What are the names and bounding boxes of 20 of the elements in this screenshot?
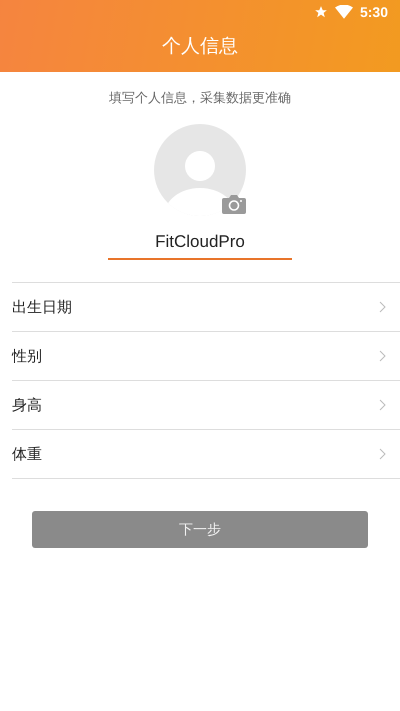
profile-row[interactable]: 出生日期 (12, 283, 400, 332)
chevron-icon (379, 448, 386, 460)
star-icon (314, 5, 328, 19)
camera-icon[interactable] (222, 194, 246, 214)
screen-title: 个人信息 (162, 34, 238, 59)
profile-row[interactable]: 身高 (12, 381, 400, 430)
profile-row[interactable]: 性别 (12, 332, 400, 381)
profile-row[interactable]: 体重 (12, 430, 400, 479)
row-label: 身高 (12, 396, 42, 414)
chevron-icon (379, 350, 386, 362)
status-time: 5:30 (360, 4, 388, 20)
row-label: 出生日期 (12, 298, 72, 316)
chevron-icon (379, 399, 386, 411)
hint-text: 填写个人信息，采集数据更准确 (108, 90, 292, 107)
avatar-placeholder[interactable] (154, 124, 246, 216)
wifi-icon (334, 5, 353, 19)
chevron-icon (379, 301, 386, 313)
row-label: 体重 (12, 444, 42, 464)
name-field[interactable]: FitCloudPro (108, 230, 292, 260)
row-label: 性别 (12, 346, 42, 366)
